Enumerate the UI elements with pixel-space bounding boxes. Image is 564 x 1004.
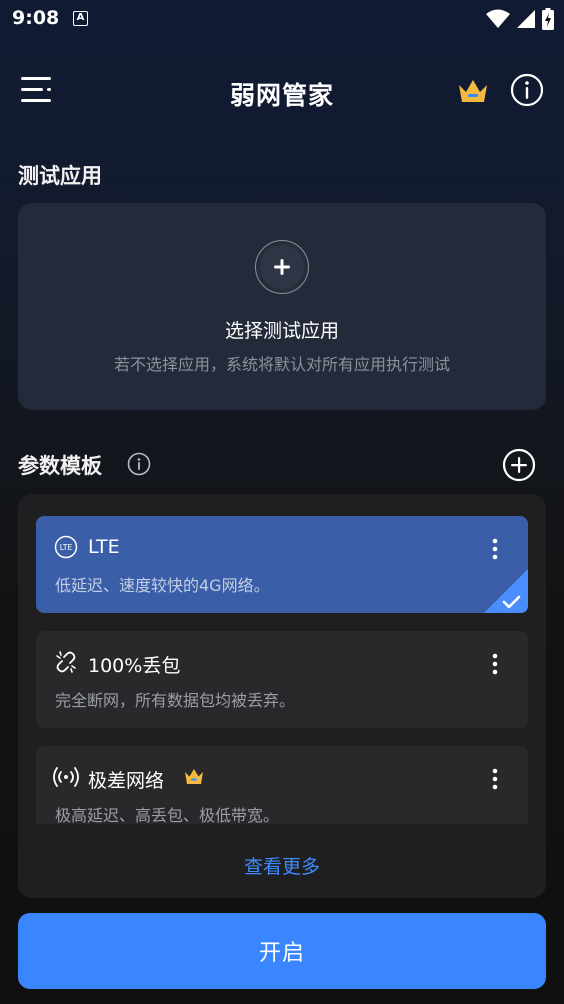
crown-icon[interactable] <box>456 76 490 106</box>
info-icon[interactable] <box>510 73 544 107</box>
cell-signal-icon <box>517 10 535 28</box>
template-name: 极差网络 <box>88 770 165 792</box>
params-section-title: 参数模板 <box>18 454 102 478</box>
select-app-card[interactable]: 选择测试应用 若不选择应用，系统将默认对所有应用执行测试 <box>18 203 546 410</box>
start-button[interactable]: 开启 <box>18 913 546 989</box>
broken-link-icon <box>56 651 76 673</box>
plus-icon <box>274 259 290 275</box>
lte-icon: LTE <box>54 535 78 559</box>
params-info-icon[interactable] <box>127 452 151 476</box>
notification-icon: A <box>73 11 88 26</box>
template-item-lte[interactable]: LTE LTE 低延迟、速度较快的4G网络。 <box>36 516 528 613</box>
template-description: 极高延迟、高丢包、极低带宽。 <box>55 806 280 825</box>
status-bar: 9:08 A <box>0 0 564 36</box>
battery-charging-icon <box>542 8 554 30</box>
app-bar: 弱网管家 <box>0 64 564 120</box>
template-name: LTE <box>88 536 120 558</box>
select-app-title: 选择测试应用 <box>224 320 339 342</box>
template-description: 完全断网，所有数据包均被丢弃。 <box>55 691 296 710</box>
see-more-link[interactable]: 查看更多 <box>18 852 546 879</box>
more-options-icon[interactable] <box>482 766 508 792</box>
premium-crown-icon <box>185 769 203 784</box>
signal-broadcast-icon <box>53 767 79 787</box>
svg-text:LTE: LTE <box>60 543 73 552</box>
status-icons <box>486 8 554 30</box>
template-item-full-loss[interactable]: 100%丢包 完全断网，所有数据包均被丢弃。 <box>36 631 528 728</box>
template-name: 100%丢包 <box>88 655 181 677</box>
template-description: 低延迟、速度较快的4G网络。 <box>55 576 270 595</box>
select-app-description: 若不选择应用，系统将默认对所有应用执行测试 <box>113 355 450 374</box>
more-options-icon[interactable] <box>482 536 508 562</box>
add-app-button[interactable] <box>255 240 309 294</box>
template-list-card: LTE LTE 低延迟、速度较快的4G网络。 100%丢包 完全断网，所有数据包… <box>18 494 546 898</box>
wifi-icon <box>486 9 510 28</box>
selected-check-icon <box>484 569 528 613</box>
status-time: 9:08 <box>12 7 60 29</box>
add-template-button[interactable] <box>502 448 536 482</box>
menu-icon[interactable] <box>20 74 54 106</box>
more-options-icon[interactable] <box>482 651 508 677</box>
test-app-section-title: 测试应用 <box>18 164 102 188</box>
